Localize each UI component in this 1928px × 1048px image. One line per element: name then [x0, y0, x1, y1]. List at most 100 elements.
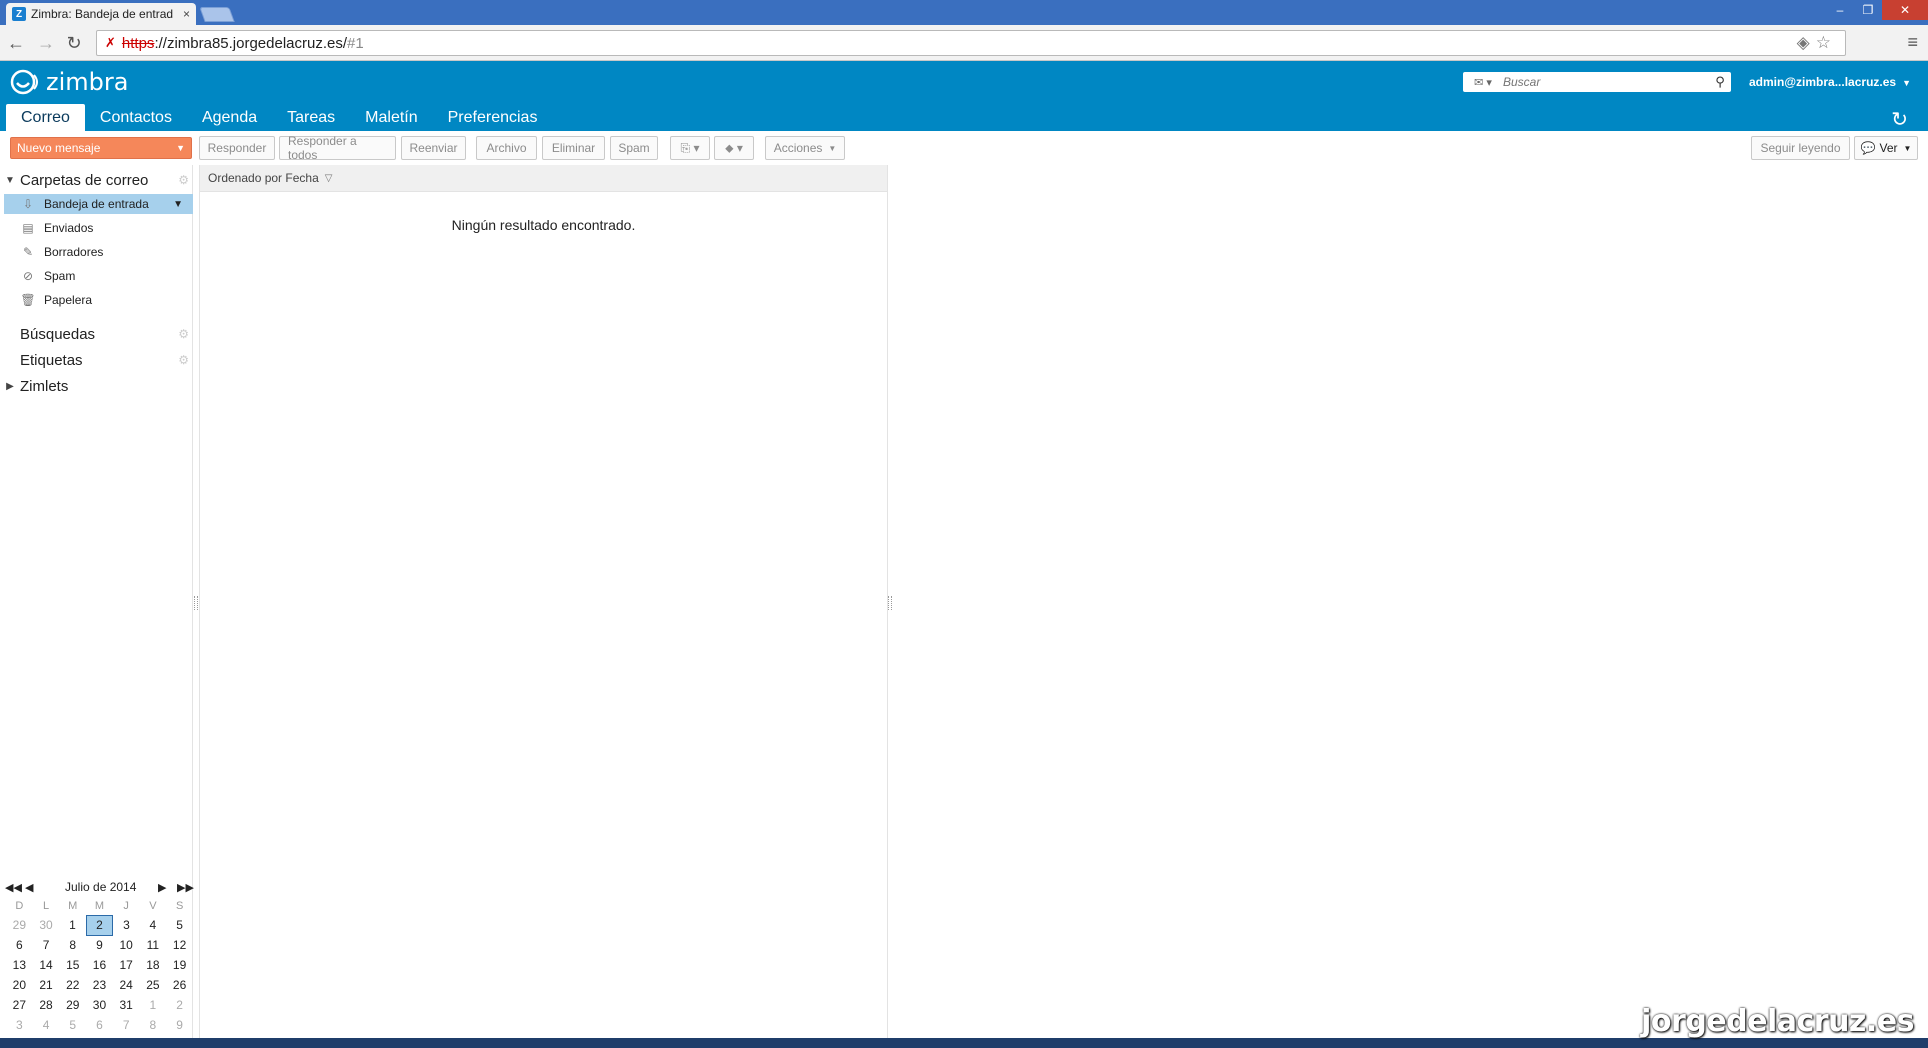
calendar-day[interactable]: 25: [140, 975, 167, 995]
calendar-day[interactable]: 1: [140, 995, 167, 1015]
calendar-day[interactable]: 29: [6, 915, 33, 935]
calendar-day[interactable]: 30: [33, 915, 60, 935]
calendar-day[interactable]: 19: [166, 955, 193, 975]
forward-button[interactable]: Reenviar: [401, 136, 466, 160]
actions-button[interactable]: Acciones ▼: [765, 136, 845, 160]
tab-contacts[interactable]: Contactos: [85, 104, 187, 131]
browser-tab[interactable]: Z Zimbra: Bandeja de entrad ×: [6, 3, 196, 25]
calendar-day[interactable]: 13: [6, 955, 33, 975]
insecure-lock-icon[interactable]: ✗: [105, 35, 116, 51]
gear-icon[interactable]: ⚙: [178, 353, 189, 367]
folder-drafts[interactable]: ✎ Borradores: [4, 242, 193, 262]
calendar-day[interactable]: 21: [33, 975, 60, 995]
folder-inbox[interactable]: ⇩ Bandeja de entrada ▼: [4, 194, 193, 214]
reload-icon[interactable]: ↻: [64, 33, 84, 53]
move-folder-icon[interactable]: ⎘ ▾: [670, 136, 710, 160]
searches-header[interactable]: Búsquedas ⚙: [0, 322, 193, 346]
calendar-day[interactable]: 30: [86, 995, 113, 1015]
refresh-icon[interactable]: ↻: [1891, 107, 1908, 132]
tab-close-icon[interactable]: ×: [183, 7, 190, 21]
calendar-day[interactable]: 18: [140, 955, 167, 975]
back-icon[interactable]: ←: [6, 33, 26, 53]
chevron-down-icon[interactable]: ▼: [173, 199, 183, 210]
restore-icon[interactable]: ❐: [1854, 0, 1882, 20]
reply-button[interactable]: Responder: [199, 136, 275, 160]
chevron-down-icon[interactable]: ▼: [176, 143, 185, 153]
calendar-day[interactable]: 2: [166, 995, 193, 1015]
new-tab-button[interactable]: [199, 7, 235, 22]
next-year-icon[interactable]: ▶▶: [177, 881, 194, 894]
search-type-mail-icon[interactable]: ✉ ▾: [1463, 72, 1503, 92]
left-panel-sash[interactable]: [194, 596, 198, 610]
calendar-day[interactable]: 6: [6, 935, 33, 955]
calendar-day[interactable]: 8: [59, 935, 86, 955]
calendar-day[interactable]: 7: [113, 1015, 140, 1035]
calendar-day[interactable]: 5: [166, 915, 193, 935]
calendar-day[interactable]: 15: [59, 955, 86, 975]
new-message-button[interactable]: Nuevo mensaje ▼: [10, 137, 192, 159]
calendar-day[interactable]: 20: [6, 975, 33, 995]
prev-month-icon[interactable]: ◀: [25, 881, 33, 894]
calendar-day[interactable]: 28: [33, 995, 60, 1015]
folder-sent[interactable]: ▤ Enviados: [4, 218, 193, 238]
delete-button[interactable]: Eliminar: [542, 136, 605, 160]
reply-all-button[interactable]: Responder a todos: [279, 134, 396, 162]
bookmark-star-icon[interactable]: ◈☆: [1797, 33, 1837, 53]
calendar-day[interactable]: 9: [86, 935, 113, 955]
folder-spam[interactable]: ⊘ Spam: [4, 266, 193, 286]
view-button[interactable]: 💬 Ver ▼: [1854, 136, 1918, 160]
list-sort-header[interactable]: Ordenado por Fecha ▽: [200, 165, 887, 192]
tab-briefcase[interactable]: Maletín: [350, 104, 432, 131]
next-month-icon[interactable]: ▶: [158, 881, 166, 894]
calendar-day[interactable]: 22: [59, 975, 86, 995]
expand-triangle-icon[interactable]: ▶: [0, 381, 20, 392]
calendar-day[interactable]: 11: [140, 935, 167, 955]
browser-menu-icon[interactable]: ≡: [1907, 32, 1918, 53]
tab-preferences[interactable]: Preferencias: [433, 104, 553, 131]
address-bar[interactable]: ✗ https://zimbra85.jorgedelacruz.es/#1 ◈…: [96, 30, 1846, 56]
calendar-day[interactable]: 5: [59, 1015, 86, 1035]
tags-header[interactable]: Etiquetas ⚙: [0, 348, 193, 372]
tab-mail[interactable]: Correo: [6, 104, 85, 131]
zimlets-header[interactable]: ▶ Zimlets: [0, 374, 193, 398]
calendar-day[interactable]: 27: [6, 995, 33, 1015]
calendar-day[interactable]: 12: [166, 935, 193, 955]
tag-icon[interactable]: ⬥ ▾: [714, 136, 754, 160]
calendar-day[interactable]: 3: [6, 1015, 33, 1035]
close-window-icon[interactable]: ✕: [1882, 0, 1928, 20]
collapse-triangle-icon[interactable]: ▼: [0, 175, 20, 186]
calendar-day[interactable]: 4: [140, 915, 167, 935]
gear-icon[interactable]: ⚙: [178, 173, 189, 187]
search-input[interactable]: [1503, 75, 1709, 89]
forward-icon[interactable]: →: [36, 33, 56, 53]
calendar-day[interactable]: 6: [86, 1015, 113, 1035]
calendar-day[interactable]: 1: [59, 915, 86, 935]
archive-button[interactable]: Archivo: [476, 136, 537, 160]
calendar-day[interactable]: 29: [59, 995, 86, 1015]
calendar-day[interactable]: 14: [33, 955, 60, 975]
calendar-day[interactable]: 3: [113, 915, 140, 935]
sort-arrow-icon[interactable]: ▽: [325, 173, 333, 184]
calendar-day[interactable]: 31: [113, 995, 140, 1015]
search-box[interactable]: ✉ ▾ ⚲: [1463, 72, 1731, 92]
calendar-day[interactable]: 7: [33, 935, 60, 955]
prev-year-icon[interactable]: ◀◀: [5, 881, 22, 894]
tab-tasks[interactable]: Tareas: [272, 104, 350, 131]
calendar-day[interactable]: 4: [33, 1015, 60, 1035]
calendar-day[interactable]: 10: [113, 935, 140, 955]
folder-trash[interactable]: 🗑 Papelera: [4, 290, 193, 310]
zimbra-logo[interactable]: zimbra: [8, 67, 128, 97]
spam-button[interactable]: Spam: [610, 136, 658, 160]
minimize-icon[interactable]: –: [1826, 0, 1854, 20]
mail-folders-header[interactable]: ▼ Carpetas de correo ⚙: [0, 168, 193, 192]
calendar-day[interactable]: 23: [86, 975, 113, 995]
calendar-day[interactable]: 24: [113, 975, 140, 995]
calendar-day[interactable]: 26: [166, 975, 193, 995]
calendar-day[interactable]: 16: [86, 955, 113, 975]
user-menu[interactable]: admin@zimbra...lacruz.es ▼: [1749, 75, 1911, 89]
list-panel-sash[interactable]: [888, 596, 892, 610]
search-icon[interactable]: ⚲: [1709, 74, 1731, 90]
calendar-month-label[interactable]: Julio de 2014: [65, 880, 136, 894]
calendar-day[interactable]: 8: [140, 1015, 167, 1035]
keep-reading-button[interactable]: Seguir leyendo: [1751, 136, 1850, 160]
